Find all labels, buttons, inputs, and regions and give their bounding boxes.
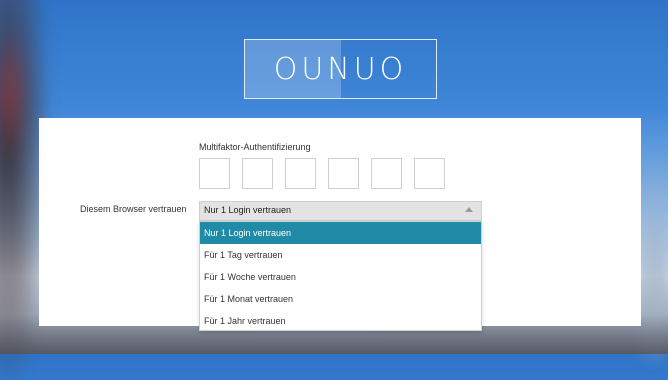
option-one-week[interactable]: Für 1 Woche vertrauen (200, 266, 481, 288)
chevron-up-icon (465, 207, 473, 212)
mfa-digit-5[interactable] (371, 158, 402, 189)
option-one-day[interactable]: Für 1 Tag vertrauen (200, 244, 481, 266)
mfa-digit-4[interactable] (328, 158, 359, 189)
option-one-month[interactable]: Für 1 Monat vertrauen (200, 288, 481, 310)
mfa-digit-1[interactable] (199, 158, 230, 189)
option-one-login[interactable]: Nur 1 Login vertrauen (200, 222, 481, 244)
background-blur-accent (0, 20, 30, 170)
mfa-digit-6[interactable] (414, 158, 445, 189)
mfa-digit-3[interactable] (285, 158, 316, 189)
trust-browser-dropdown: Nur 1 Login vertrauen Für 1 Tag vertraue… (199, 221, 482, 331)
trust-browser-label: Diesem Browser vertrauen (80, 204, 187, 214)
mfa-label: Multifaktor-Authentifizierung (199, 142, 311, 152)
mfa-digit-2[interactable] (242, 158, 273, 189)
logo-text: OUNUO (273, 51, 408, 87)
trust-browser-select[interactable]: Nur 1 Login vertrauen (199, 201, 482, 221)
select-value: Nur 1 Login vertrauen (204, 205, 292, 215)
brand-logo: OUNUO (244, 39, 437, 99)
option-one-year[interactable]: Für 1 Jahr vertrauen (200, 310, 481, 332)
